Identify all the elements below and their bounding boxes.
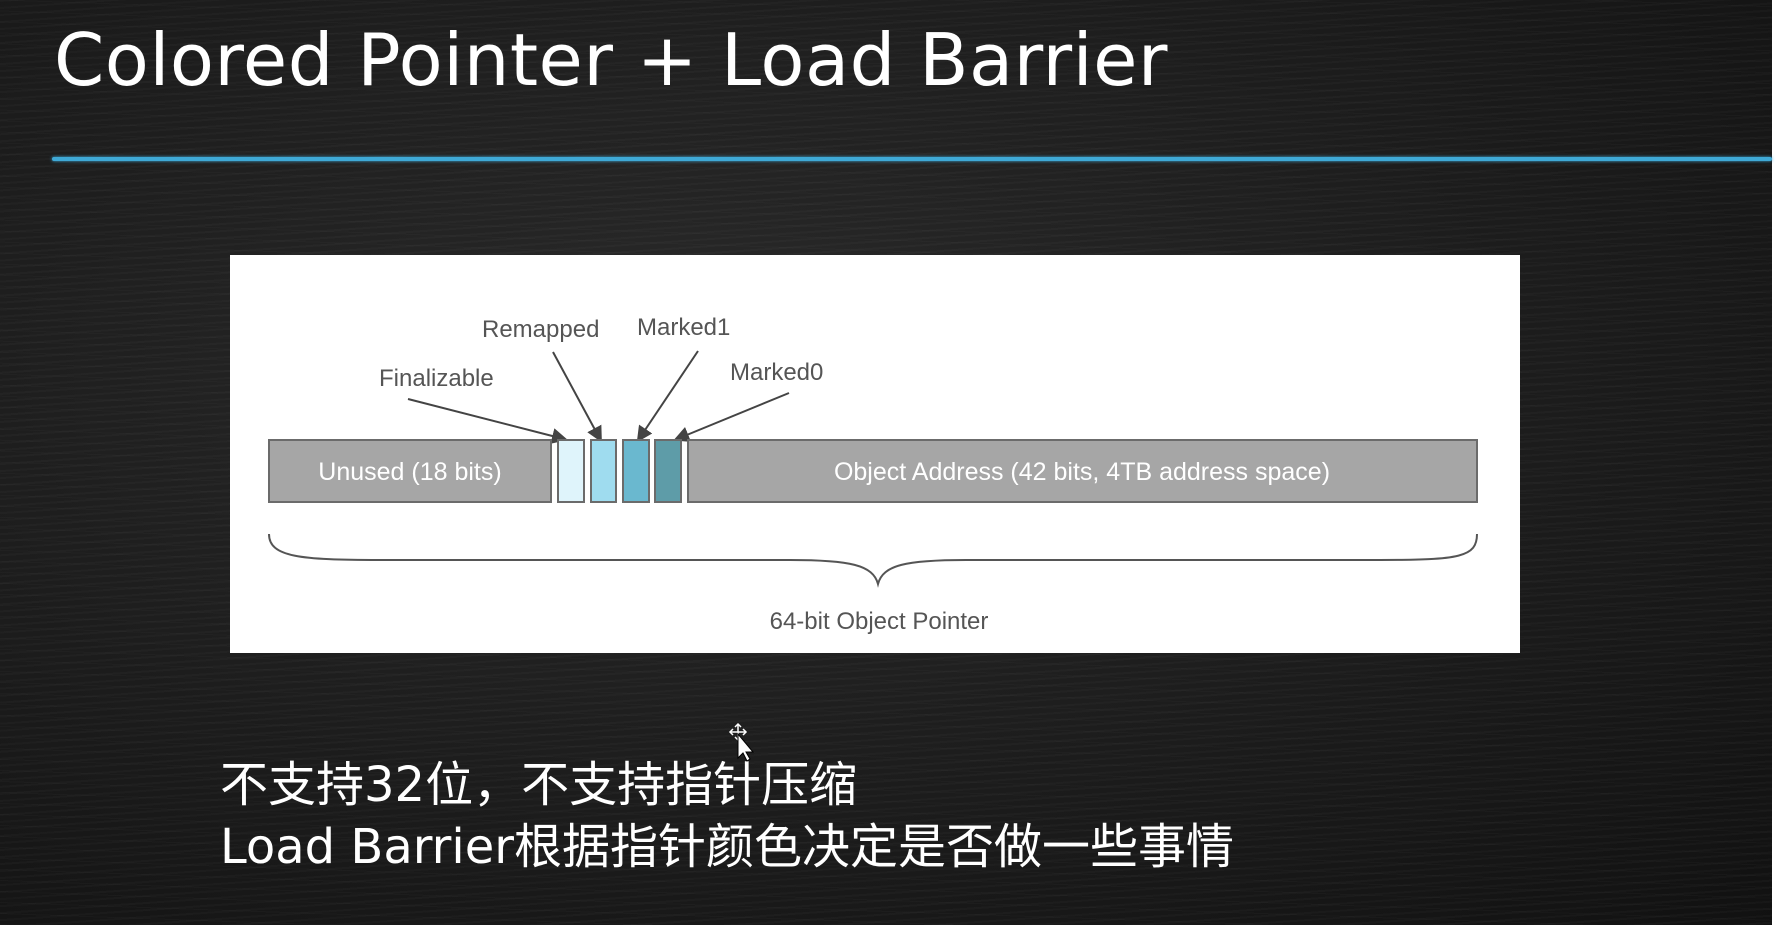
arrow-remapped	[552, 351, 602, 443]
colored-pointer-diagram: Finalizable Remapped Marked1 Marked0 Unu…	[230, 255, 1520, 653]
arrow-marked0	[673, 392, 790, 442]
title-divider	[52, 157, 1772, 161]
note-line-1: 不支持32位，不支持指针压缩	[220, 757, 858, 813]
curly-brace	[268, 533, 1478, 588]
label-remapped: Remapped	[482, 316, 599, 343]
brace-label: 64-bit Object Pointer	[770, 608, 989, 635]
bit-marked0	[654, 439, 682, 503]
label-marked1: Marked1	[637, 314, 730, 341]
label-marked0: Marked0	[730, 359, 823, 386]
segment-object-address-label: Object Address (42 bits, 4TB address spa…	[834, 458, 1330, 486]
arrow-finalizable	[407, 398, 568, 444]
slide-title: Colored Pointer + Load Barrier	[54, 18, 1169, 102]
note-line-2: Load Barrier根据指针颜色决定是否做一些事情	[220, 819, 1234, 875]
arrow-marked1	[636, 350, 699, 443]
slide: Colored Pointer + Load Barrier Finalizab…	[0, 0, 1772, 925]
move-cursor-icon	[728, 722, 755, 762]
bit-marked1	[622, 439, 650, 503]
bit-finalizable	[557, 439, 585, 503]
bit-remapped	[590, 439, 617, 503]
label-finalizable: Finalizable	[379, 365, 494, 392]
segment-unused-label: Unused (18 bits)	[318, 458, 501, 486]
